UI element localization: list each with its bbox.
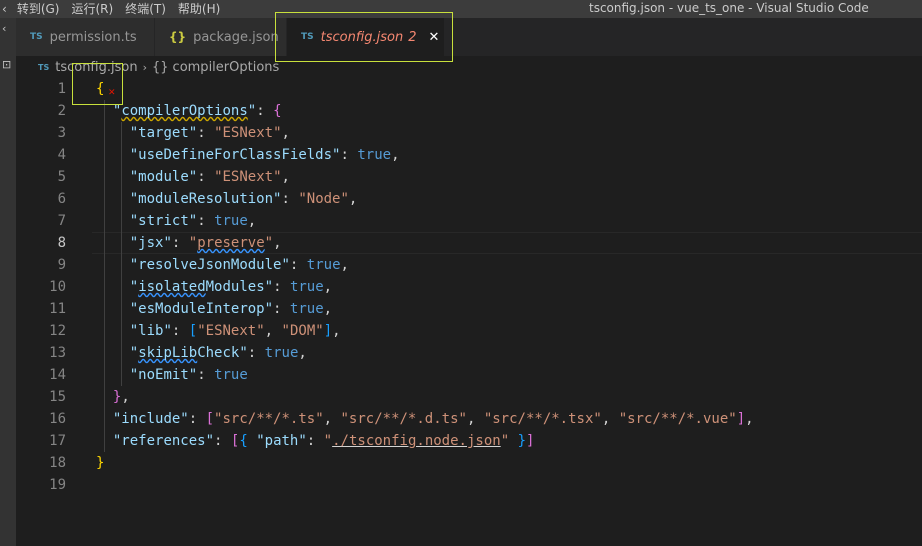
line-number: 10 <box>49 279 66 295</box>
menu-bar: ‹ 转到(G) 运行(R) 终端(T) 帮助(H) <box>0 0 226 18</box>
code-line[interactable]: 19 <box>16 474 922 496</box>
code-line[interactable]: 7 "strict": true, <box>16 210 922 232</box>
line-number: 5 <box>57 169 66 185</box>
code-text: "lib": ["ESNext", "DOM"], <box>129 323 341 339</box>
json-file-icon: {} <box>169 30 187 44</box>
line-number: 1 <box>57 81 66 97</box>
typescript-file-icon: TS <box>30 32 43 42</box>
code-line[interactable]: 8 "jsx": "preserve", <box>16 232 922 254</box>
code-line[interactable]: 13 "skipLibCheck": true, <box>16 342 922 364</box>
code-text: } <box>96 455 105 471</box>
code-line[interactable]: 10 "isolatedModules": true, <box>16 276 922 298</box>
code-text: "jsx": "preserve", <box>129 235 282 251</box>
tab-tsconfig-json[interactable]: TS tsconfig.json 2 ✕ <box>287 18 444 56</box>
code-line[interactable]: 16 "include": ["src/**/*.ts", "src/**/*.… <box>16 408 922 430</box>
typescript-file-icon: TS <box>38 62 50 72</box>
line-number: 3 <box>57 125 66 141</box>
code-line[interactable]: 18} <box>16 452 922 474</box>
line-number: 9 <box>57 257 66 273</box>
code-text: "esModuleInterop": true, <box>129 301 333 317</box>
code-text: "strict": true, <box>129 213 257 229</box>
line-number: 2 <box>57 103 66 119</box>
code-text: "skipLibCheck": true, <box>129 345 307 361</box>
error-marker-icon[interactable]: ✕ <box>108 88 116 98</box>
code-text: }, <box>112 389 130 405</box>
code-text: "isolatedModules": true, <box>129 279 333 295</box>
code-line[interactable]: 3 "target": "ESNext", <box>16 122 922 144</box>
tab-label: permission.ts <box>49 29 137 45</box>
chevron-left-icon[interactable]: ‹ <box>2 22 6 35</box>
breadcrumb: TS tsconfig.json › {} compilerOptions <box>16 56 922 78</box>
line-number: 18 <box>49 455 66 471</box>
code-line[interactable]: 4 "useDefineForClassFields": true, <box>16 144 922 166</box>
line-number: 7 <box>57 213 66 229</box>
line-number: 11 <box>49 301 66 317</box>
line-number: 19 <box>49 477 66 493</box>
code-text: "target": "ESNext", <box>129 125 290 141</box>
code-line[interactable]: 11 "esModuleInterop": true, <box>16 298 922 320</box>
title-bar: ‹ 转到(G) 运行(R) 终端(T) 帮助(H) tsconfig.json … <box>0 0 922 18</box>
line-number: 15 <box>49 389 66 405</box>
tab-package-json[interactable]: {} package.json <box>155 18 286 56</box>
menu-help[interactable]: 帮助(H) <box>172 1 226 17</box>
breadcrumb-file[interactable]: tsconfig.json <box>55 60 137 75</box>
line-number: 14 <box>49 367 66 383</box>
menu-run[interactable]: 运行(R) <box>65 1 119 17</box>
code-line[interactable]: 5 "module": "ESNext", <box>16 166 922 188</box>
code-line[interactable]: 15 }, <box>16 386 922 408</box>
object-symbol-icon: {} <box>152 59 169 75</box>
typescript-file-icon: TS <box>301 32 314 42</box>
code-text: { <box>96 81 105 97</box>
tab-label: tsconfig.json <box>320 29 404 45</box>
code-text: "references": [{ "path": "./tsconfig.nod… <box>112 433 535 449</box>
code-text: "resolveJsonModule": true, <box>129 257 349 273</box>
code-text: "compilerOptions": { <box>112 103 282 119</box>
code-text: "noEmit": true <box>129 367 248 383</box>
code-text: "useDefineForClassFields": true, <box>129 147 400 163</box>
split-editor-icon[interactable]: ⊡ <box>2 58 11 71</box>
code-line[interactable]: 14 "noEmit": true <box>16 364 922 386</box>
problem-count-badge: 2 <box>408 29 417 45</box>
code-line[interactable]: 2 "compilerOptions": { <box>16 100 922 122</box>
tab-permission-ts[interactable]: TS permission.ts <box>16 18 154 56</box>
line-number: 4 <box>57 147 66 163</box>
menu-terminal[interactable]: 终端(T) <box>119 1 172 17</box>
line-number: 13 <box>49 345 66 361</box>
editor-tab-bar: TS permission.ts {} package.json TS tsco… <box>16 18 922 56</box>
line-number: 16 <box>49 411 66 427</box>
line-number: 17 <box>49 433 66 449</box>
tab-label: package.json <box>193 29 279 45</box>
code-line[interactable]: 9 "resolveJsonModule": true, <box>16 254 922 276</box>
activity-bar: ‹ ⊡ <box>0 18 16 546</box>
code-line[interactable]: 6 "moduleResolution": "Node", <box>16 188 922 210</box>
code-line[interactable]: 17 "references": [{ "path": "./tsconfig.… <box>16 430 922 452</box>
code-text: "module": "ESNext", <box>129 169 290 185</box>
line-number: 8 <box>57 235 66 251</box>
code-line[interactable]: 1 {✕ <box>16 78 922 100</box>
line-number: 12 <box>49 323 66 339</box>
close-icon[interactable]: ✕ <box>428 30 439 45</box>
code-text: "include": ["src/**/*.ts", "src/**/*.d.t… <box>112 411 754 427</box>
menu-go[interactable]: 转到(G) <box>11 1 66 17</box>
code-line[interactable]: 12 "lib": ["ESNext", "DOM"], <box>16 320 922 342</box>
code-text: "moduleResolution": "Node", <box>129 191 358 207</box>
breadcrumb-symbol[interactable]: compilerOptions <box>173 60 280 75</box>
window-title: tsconfig.json - vue_ts_one - Visual Stud… <box>589 1 869 15</box>
line-number: 6 <box>57 191 66 207</box>
chevron-right-icon: › <box>142 60 147 74</box>
code-editor[interactable]: 1{✕ 2 "compilerOptions": {3 "target": "ES… <box>16 78 922 546</box>
chevron-left-icon[interactable]: ‹ <box>0 1 11 17</box>
